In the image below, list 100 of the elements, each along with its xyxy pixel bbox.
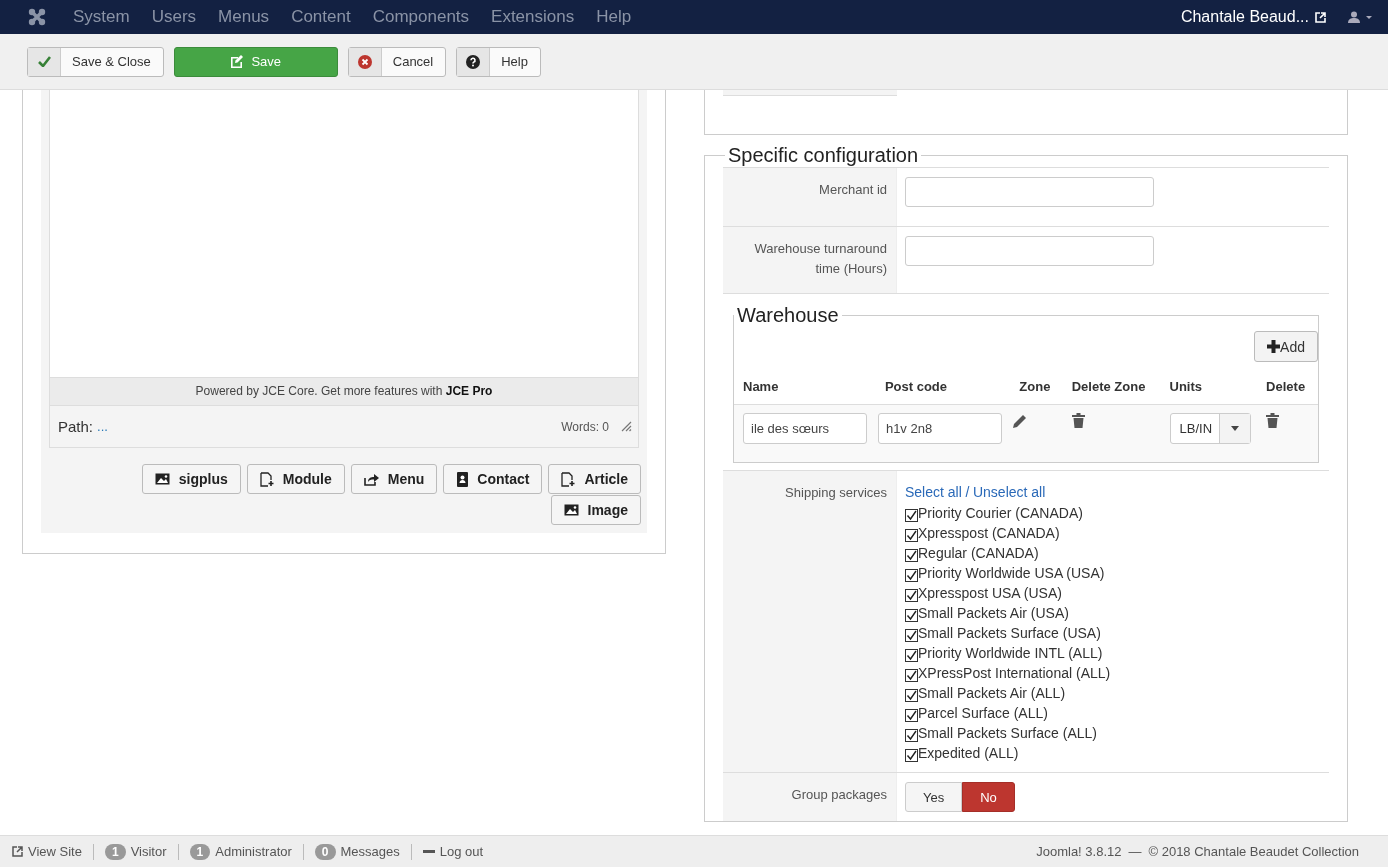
field-label: Merchant id — [819, 182, 887, 197]
text-input-field[interactable] — [905, 177, 1154, 207]
status-link[interactable]: View Site — [28, 844, 82, 859]
add-document-icon — [561, 471, 576, 487]
share-icon — [363, 472, 379, 486]
menu-item[interactable]: Content — [291, 7, 351, 27]
address-book-icon — [456, 471, 469, 487]
add-document-icon — [259, 471, 274, 487]
insert-button[interactable]: Module — [246, 464, 345, 494]
image-icon — [154, 473, 170, 485]
close-icon — [357, 54, 372, 69]
toggle-option[interactable]: No — [962, 782, 1015, 812]
column-header: Delete Zone — [1071, 379, 1146, 394]
field-label: Group packages — [791, 787, 887, 802]
count-badge: 1 — [189, 843, 211, 860]
status-link[interactable]: Visitor — [130, 844, 167, 859]
logo-icon[interactable] — [27, 7, 47, 27]
menu-item[interactable]: Help — [596, 7, 632, 27]
checkbox-label: Xpresspost (CANADA) — [918, 525, 1060, 541]
insert-button[interactable]: Image — [550, 495, 641, 525]
cancel-button[interactable]: Cancel — [347, 46, 447, 77]
checkbox[interactable] — [905, 569, 918, 582]
checkbox-label: Parcel Surface (ALL) — [918, 705, 1048, 721]
column-header: Delete — [1266, 379, 1306, 394]
separator-text: / — [965, 484, 970, 500]
column-header: Post code — [884, 379, 948, 394]
checkbox[interactable] — [905, 669, 918, 682]
column-header: Zone — [1019, 379, 1051, 394]
units-dropdown[interactable]: LB/IN — [1169, 413, 1252, 444]
insert-button[interactable]: Article — [548, 464, 641, 494]
checkbox-label: Small Packets Air (USA) — [918, 605, 1069, 621]
select-all-link[interactable]: Select all — [905, 484, 962, 500]
checkbox[interactable] — [905, 549, 918, 562]
help-button[interactable]: Help — [456, 46, 541, 77]
trash-icon[interactable] — [1071, 413, 1085, 428]
help-icon — [466, 54, 481, 69]
menu-item[interactable]: Extensions — [491, 7, 575, 27]
section-title: Warehouse — [736, 304, 840, 327]
checkbox-label: Regular (CANADA) — [918, 545, 1039, 561]
check-icon — [37, 56, 51, 67]
field-label: Shipping services — [785, 485, 887, 500]
image-icon — [563, 504, 579, 516]
insert-button[interactable]: Menu — [350, 464, 438, 494]
save-close-button[interactable]: Save & Close — [27, 46, 164, 77]
caret-icon — [1231, 426, 1240, 431]
column-header: Name — [743, 379, 779, 394]
menu-item[interactable]: Components — [372, 7, 470, 27]
menu-item[interactable]: Menus — [218, 7, 270, 27]
post-code-field[interactable]: h1v 2n8 — [877, 413, 1002, 444]
powered-by-text: Powered by JCE Core. Get more features with JCE Pro — [50, 378, 638, 406]
unselect-all-link[interactable]: Unselect all — [972, 484, 1046, 500]
checkbox[interactable] — [905, 749, 918, 762]
checkbox[interactable] — [905, 709, 918, 722]
field-label: Warehouse turnaround time (Hours) — [754, 241, 887, 276]
status-link[interactable]: Administrator — [215, 844, 292, 859]
pencil-icon[interactable] — [1012, 413, 1029, 429]
toggle-option[interactable]: Yes — [905, 782, 963, 812]
edit-icon — [230, 55, 244, 68]
count-badge: 1 — [104, 843, 126, 860]
checkbox-label: XPressPost International (ALL) — [918, 665, 1111, 681]
checkbox-label: Priority Worldwide USA (USA) — [918, 565, 1105, 581]
copyright-text: © 2018 Chantale Beaudet Collection — [1148, 844, 1359, 859]
column-header: Units — [1169, 379, 1202, 394]
checkbox-label: Small Packets Surface (USA) — [918, 625, 1101, 641]
user-icon[interactable] — [1348, 11, 1372, 23]
text-input-field[interactable] — [905, 236, 1154, 266]
separator-text: — — [1128, 844, 1142, 859]
checkbox-label: Small Packets Surface (ALL) — [918, 725, 1097, 741]
resize-handle-icon[interactable] — [621, 421, 632, 432]
minus-icon — [422, 849, 435, 854]
checkbox[interactable] — [905, 729, 918, 742]
word-count: Words: 0 — [561, 419, 609, 434]
user-link[interactable]: Chantale Beaud... — [1180, 8, 1309, 26]
checkbox[interactable] — [905, 689, 918, 702]
checkbox[interactable] — [905, 609, 918, 622]
status-link[interactable]: Messages — [340, 844, 400, 859]
path-link[interactable]: ... — [97, 419, 108, 434]
checkbox-label: Xpresspost USA (USA) — [918, 585, 1062, 601]
version-text: Joomla! 3.8.12 — [1036, 844, 1122, 859]
checkbox[interactable] — [905, 649, 918, 662]
insert-button[interactable]: sigplus — [141, 464, 241, 494]
trash-icon[interactable] — [1266, 413, 1280, 428]
checkbox[interactable] — [905, 529, 918, 542]
section-title: Specific configuration — [727, 144, 920, 167]
checkbox-label: Priority Courier (CANADA) — [918, 505, 1083, 521]
checkbox[interactable] — [905, 629, 918, 642]
name-field[interactable]: ile des sœurs — [743, 413, 867, 444]
checkbox-label: Expedited (ALL) — [918, 745, 1019, 761]
add-button[interactable]: Add — [1254, 331, 1318, 362]
plus-icon — [1267, 340, 1281, 353]
status-link[interactable]: Log out — [439, 844, 484, 859]
checkbox-label: Small Packets Air (ALL) — [918, 685, 1066, 701]
menu-item[interactable]: Users — [151, 7, 197, 27]
external-link-icon — [1315, 11, 1326, 23]
checkbox[interactable] — [905, 589, 918, 602]
checkbox-label: Priority Worldwide INTL (ALL) — [918, 645, 1103, 661]
menu-item[interactable]: System — [73, 7, 130, 27]
checkbox[interactable] — [905, 509, 918, 522]
insert-button[interactable]: Contact — [443, 464, 543, 494]
external-link-icon — [12, 846, 23, 857]
